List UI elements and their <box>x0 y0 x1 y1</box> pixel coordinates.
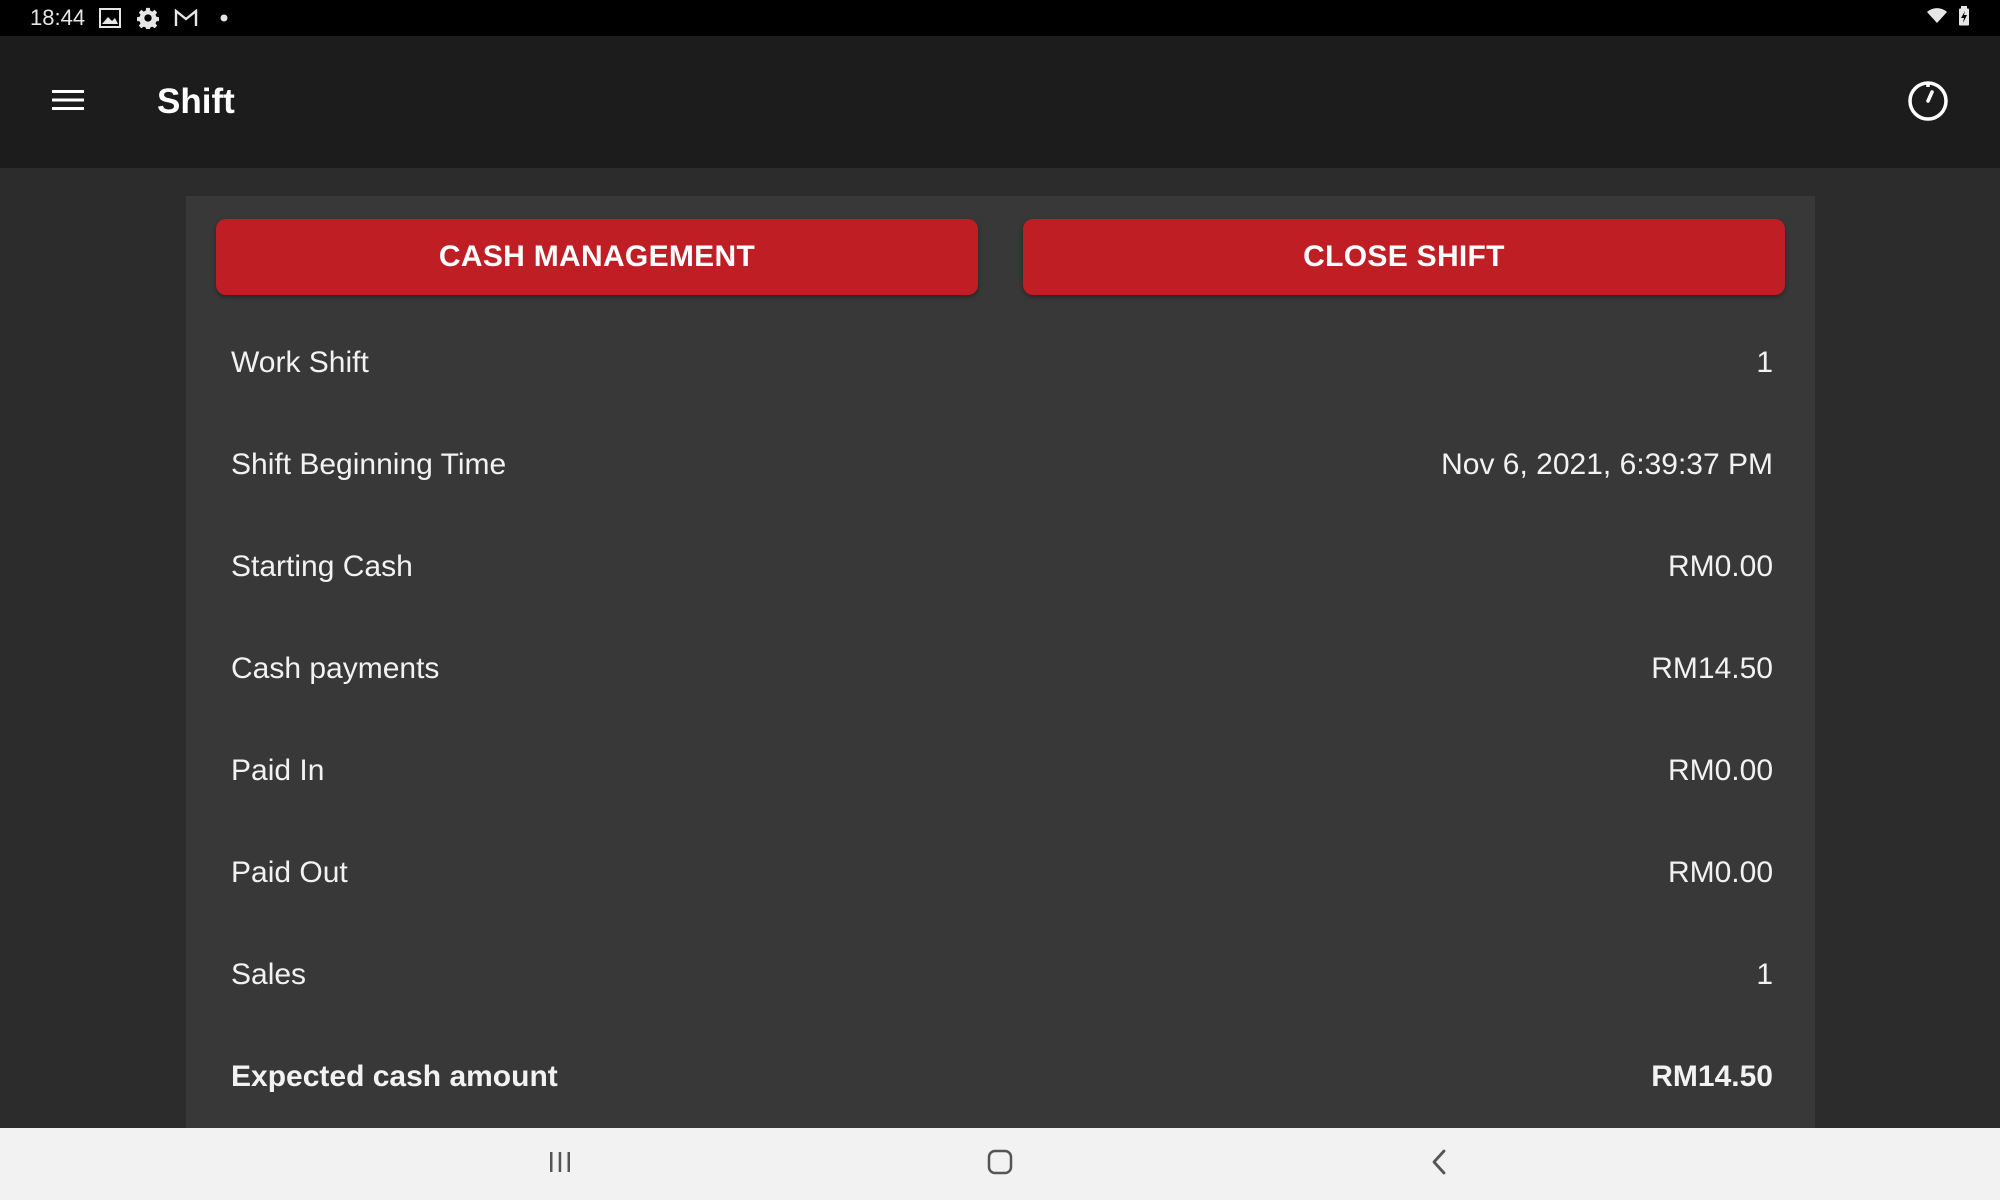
image-icon <box>97 5 123 31</box>
wifi-icon <box>1926 7 1948 30</box>
notification-dot-icon <box>211 5 237 31</box>
detail-label: Paid Out <box>231 856 348 889</box>
detail-row-paid-out: Paid Out RM0.00 <box>186 822 1815 924</box>
recent-apps-button[interactable] <box>525 1138 595 1190</box>
close-shift-button[interactable]: CLOSE SHIFT <box>1023 219 1785 295</box>
detail-label: Expected cash amount <box>231 1060 558 1093</box>
back-icon <box>1429 1148 1451 1181</box>
shift-panel: CASH MANAGEMENT CLOSE SHIFT Work Shift 1… <box>186 196 1815 1128</box>
home-button[interactable] <box>965 1138 1035 1190</box>
settings-gear-icon <box>135 5 161 31</box>
detail-row-starting-cash: Starting Cash RM0.00 <box>186 516 1815 618</box>
hamburger-menu-icon <box>52 89 84 116</box>
detail-row-expected-cash-amount: Expected cash amount RM14.50 <box>186 1026 1815 1128</box>
status-time: 18:44 <box>30 5 86 30</box>
detail-label: Sales <box>231 958 307 991</box>
timer-icon <box>1906 78 1950 127</box>
menu-button[interactable] <box>38 72 98 132</box>
status-left: 18:44 <box>30 5 237 31</box>
detail-row-sales: Sales 1 <box>186 924 1815 1026</box>
timer-button[interactable] <box>1896 70 1960 134</box>
recent-apps-icon <box>547 1149 573 1180</box>
gmail-icon <box>173 5 199 31</box>
navigation-bar <box>0 1128 2000 1200</box>
app-bar: Shift <box>0 36 2000 168</box>
detail-value: RM0.00 <box>1667 754 1773 787</box>
detail-value: RM14.50 <box>1651 652 1773 685</box>
detail-row-cash-payments: Cash payments RM14.50 <box>186 618 1815 720</box>
detail-label: Shift Beginning Time <box>231 448 507 481</box>
detail-row-work-shift: Work Shift 1 <box>186 312 1815 414</box>
detail-label: Starting Cash <box>231 550 413 583</box>
detail-label: Cash payments <box>231 652 440 685</box>
detail-label: Work Shift <box>231 346 369 379</box>
detail-row-paid-in: Paid In RM0.00 <box>186 720 1815 822</box>
status-bar: 18:44 <box>0 0 2000 36</box>
detail-value: RM14.50 <box>1651 1060 1773 1093</box>
detail-label: Paid In <box>231 754 325 787</box>
status-right <box>1926 5 1970 31</box>
shift-details-list: Work Shift 1 Shift Beginning Time Nov 6,… <box>186 312 1815 1128</box>
battery-icon <box>1958 5 1970 31</box>
detail-value: RM0.00 <box>1667 856 1773 889</box>
home-icon <box>986 1148 1014 1181</box>
page-title: Shift <box>157 82 235 121</box>
cash-management-button[interactable]: CASH MANAGEMENT <box>216 219 978 295</box>
detail-value: RM0.00 <box>1667 550 1773 583</box>
detail-value: Nov 6, 2021, 6:39:37 PM <box>1441 448 1773 481</box>
detail-value: 1 <box>1756 958 1773 991</box>
detail-value: 1 <box>1756 346 1773 379</box>
back-button[interactable] <box>1405 1138 1475 1190</box>
detail-row-shift-beginning-time: Shift Beginning Time Nov 6, 2021, 6:39:3… <box>186 414 1815 516</box>
